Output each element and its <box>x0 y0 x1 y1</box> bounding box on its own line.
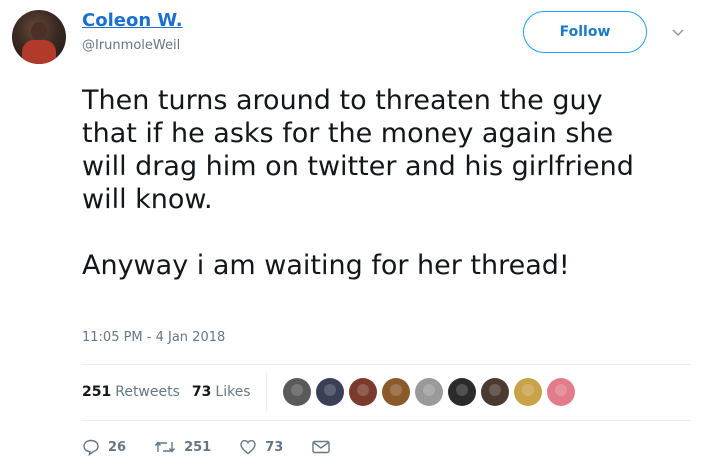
likes-label[interactable]: Likes <box>215 384 250 400</box>
liker-avatar[interactable] <box>415 378 443 406</box>
like-action[interactable]: 73 <box>239 438 283 456</box>
divider-top <box>82 364 690 365</box>
retweet-action[interactable]: 251 <box>154 438 211 456</box>
tweet-stats: 251 Retweets 73 Likes <box>82 384 251 400</box>
reply-action[interactable]: 26 <box>82 438 126 456</box>
likes-count[interactable]: 73 <box>192 384 211 400</box>
chevron-down-icon[interactable] <box>670 24 686 40</box>
retweet-icon <box>155 441 176 453</box>
avatar[interactable] <box>12 10 66 64</box>
reply-icon <box>83 439 99 456</box>
retweets-label[interactable]: Retweets <box>115 384 180 400</box>
like-icon <box>240 439 256 455</box>
liker-avatar[interactable] <box>547 378 575 406</box>
liker-avatar[interactable] <box>514 378 542 406</box>
liker-avatar[interactable] <box>316 378 344 406</box>
liker-avatar[interactable] <box>448 378 476 406</box>
likers-list <box>283 378 580 406</box>
tweet-text: Then turns around to threaten the guy th… <box>82 85 634 281</box>
tweet-actions: 26 251 73 <box>82 438 367 456</box>
avatar-head <box>31 22 47 40</box>
retweet-count: 251 <box>184 439 212 455</box>
liker-avatar[interactable] <box>382 378 410 406</box>
follow-button[interactable]: Follow <box>523 11 647 53</box>
message-icon <box>312 440 331 454</box>
divider-bottom <box>82 420 690 421</box>
tweet-timestamp[interactable]: 11:05 PM - 4 Jan 2018 <box>82 330 225 345</box>
message-action[interactable] <box>311 438 339 456</box>
like-count: 73 <box>265 439 284 455</box>
liker-avatar[interactable] <box>481 378 509 406</box>
author-handle[interactable]: @IrunmoleWeil <box>82 38 180 53</box>
author-name[interactable]: Coleon W. <box>82 10 183 31</box>
avatar-shirt <box>22 40 56 64</box>
retweets-count[interactable]: 251 <box>82 384 111 400</box>
liker-avatar[interactable] <box>283 378 311 406</box>
reply-count: 26 <box>108 439 127 455</box>
stats-separator <box>266 372 267 412</box>
liker-avatar[interactable] <box>349 378 377 406</box>
